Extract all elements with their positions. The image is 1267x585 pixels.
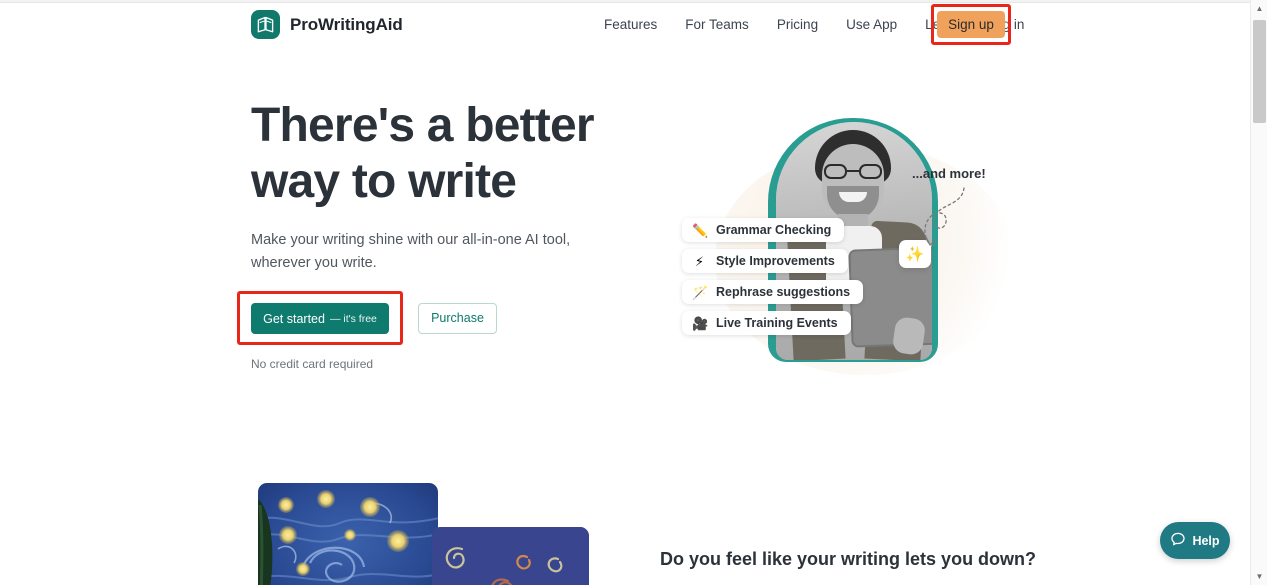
page-scrollbar[interactable]: ▲ ▼ — [1250, 0, 1267, 585]
hero-illustration: ✨ ...and more! ✏️ Grammar Checking ⚡ Sty… — [660, 100, 1030, 380]
feature-badge-style-improvements[interactable]: ⚡ Style Improvements — [682, 249, 848, 273]
signup-button-container: Sign up — [931, 4, 1011, 45]
video-camera-icon: 🎥 — [692, 315, 709, 331]
scroll-down-arrow-icon[interactable]: ▼ — [1251, 568, 1267, 585]
purchase-button[interactable]: Purchase — [418, 302, 497, 334]
get-started-button[interactable]: Get started — it's free — [251, 303, 389, 334]
scrollbar-track[interactable] — [1251, 17, 1267, 568]
glasses-icon — [824, 164, 882, 179]
nav-item-features[interactable]: Features — [604, 14, 671, 36]
brand-logo-link[interactable]: ProWritingAid — [251, 10, 403, 39]
feature-badge-grammar-checking[interactable]: ✏️ Grammar Checking — [682, 218, 845, 242]
book-logo-icon — [251, 10, 280, 39]
feature-badge-label: Rephrase suggestions — [716, 285, 851, 299]
scrollbar-thumb[interactable] — [1253, 20, 1266, 123]
lightning-icon: ⚡ — [694, 253, 705, 269]
dotted-arrow-icon — [924, 187, 965, 246]
feature-badge-list: ✏️ Grammar Checking ⚡ Style Improvements… — [682, 218, 864, 335]
feature-badge-label: Style Improvements — [716, 254, 835, 268]
nav-item-use-app[interactable]: Use App — [832, 14, 911, 36]
no-credit-card-note: No credit card required — [251, 357, 374, 371]
help-widget-button[interactable]: Help — [1160, 522, 1230, 559]
get-started-container: Get started — it's free — [237, 291, 403, 345]
hero-cta-row: Get started — it's free Purchase — [237, 291, 497, 345]
feature-badge-label: Grammar Checking — [716, 223, 832, 237]
hero-subtitle: Make your writing shine with our all-in-… — [251, 232, 571, 271]
help-widget-label: Help — [1192, 533, 1220, 548]
feature-badge-label: Live Training Events — [716, 316, 838, 330]
chat-bubble-icon — [1170, 531, 1186, 550]
hero-title: There's a better way to write — [251, 99, 595, 208]
page-root: ProWritingAid Features For Teams Pricing… — [0, 0, 1267, 585]
starry-night-artwork — [258, 483, 438, 585]
blue-swirl-artwork — [432, 527, 589, 585]
feature-badge-rephrase-suggestions[interactable]: 🪄 Rephrase suggestions — [682, 280, 864, 304]
nav-item-pricing[interactable]: Pricing — [763, 14, 832, 36]
section-heading: Do you feel like your writing lets you d… — [660, 549, 1037, 569]
get-started-label: Get started — [263, 311, 325, 326]
magic-wand-icon: 🪄 — [692, 284, 709, 300]
signup-button[interactable]: Sign up — [937, 11, 1005, 38]
feature-badge-live-training-events[interactable]: 🎥 Live Training Events — [682, 311, 851, 335]
nav-item-for-teams[interactable]: For Teams — [671, 14, 763, 36]
pencil-icon: ✏️ — [692, 222, 709, 238]
hero-text-block: There's a better way to write Make your … — [237, 98, 601, 371]
scroll-up-arrow-icon[interactable]: ▲ — [1251, 0, 1267, 17]
brand-name: ProWritingAid — [290, 14, 403, 34]
site-header: ProWritingAid Features For Teams Pricing… — [0, 0, 1250, 50]
and-more-annotation: ...and more! — [912, 166, 986, 181]
get-started-free-suffix: — it's free — [329, 312, 377, 325]
